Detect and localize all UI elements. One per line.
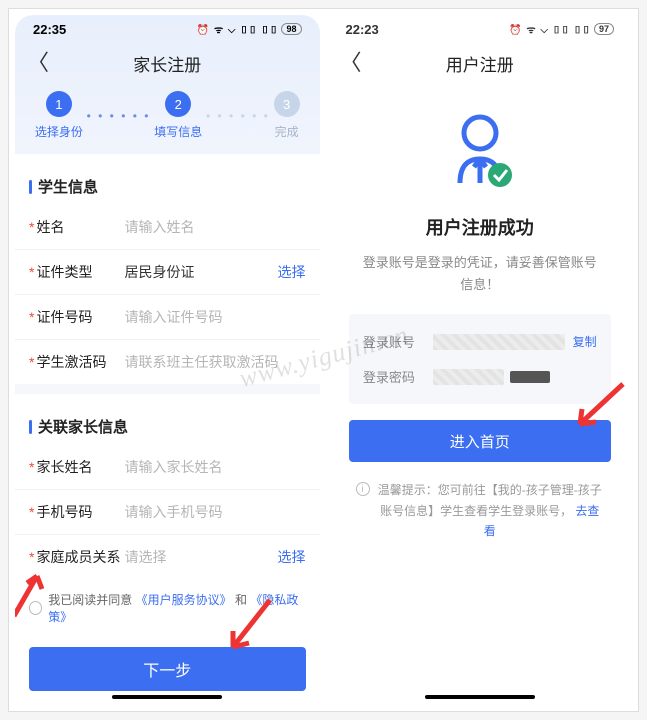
step-label: 选择身份 [35,123,83,140]
step-label: 完成 [275,123,299,140]
status-right: ⏰ ᯤ ⌵ ▯▯ ▯▯ 98 [197,22,302,36]
step-circle: 2 [165,91,191,117]
field-idtype[interactable]: * 证件类型 居民身份证 选择 [15,250,320,295]
success-avatar-icon [444,111,516,196]
status-right: ⏰ ᯤ ⌵ ▯▯ ▯▯ 97 [509,22,614,36]
field-label: 姓名 [36,217,124,237]
status-icons: ⏰ ᯤ ⌵ ▯▯ ▯▯ [197,22,279,36]
field-name[interactable]: * 姓名 请输入姓名 [15,205,320,250]
phone-right: 22:23 ⏰ ᯤ ⌵ ▯▯ ▯▯ 97 〈 用户注册 用户注册成功 登录账 [328,15,633,705]
step-circle: 1 [46,91,72,117]
required-mark: * [29,504,34,520]
select-link[interactable]: 选择 [278,547,306,567]
battery-indicator: 98 [281,23,301,35]
agree-prefix: 我已阅读并同意 [48,593,132,607]
field-phone[interactable]: * 手机号码 请输入手机号码 [15,490,320,535]
select-link[interactable]: 选择 [278,262,306,282]
parent-section: 关联家长信息 * 家长姓名 请输入家长姓名 * 手机号码 请输入手机号码 * 家… [15,402,320,579]
field-label: 家庭成员关系 [36,547,124,567]
field-placeholder: 请选择 [124,547,277,567]
page-title: 家长注册 [15,51,320,76]
field-label: 证件号码 [36,307,124,327]
field-value: 居民身份证 [124,262,277,282]
required-mark: * [29,549,34,565]
agreement-row[interactable]: 我已阅读并同意 《用户服务协议》 和 《隐私政策》 [15,579,320,637]
step-circle: 3 [274,91,300,117]
required-mark: * [29,459,34,475]
section-title: 学生信息 [15,162,320,205]
enter-home-button[interactable]: 进入首页 [349,420,611,462]
field-placeholder: 请输入家长姓名 [124,457,305,477]
status-time: 22:35 [33,22,66,37]
battery-indicator: 97 [594,23,614,35]
required-mark: * [29,264,34,280]
status-icons: ⏰ ᯤ ⌵ ▯▯ ▯▯ [509,22,591,36]
status-bar: 22:23 ⏰ ᯤ ⌵ ▯▯ ▯▯ 97 [328,15,633,43]
status-bar: 22:35 ⏰ ᯤ ⌵ ▯▯ ▯▯ 98 [15,15,320,43]
home-indicator [425,695,535,699]
student-section: 学生信息 * 姓名 请输入姓名 * 证件类型 居民身份证 选择 * 证件号码 请… [15,162,320,384]
field-parent-name[interactable]: * 家长姓名 请输入家长姓名 [15,445,320,490]
success-subtitle: 登录账号是登录的凭证，请妥善保管账号信息！ [328,252,633,296]
cred-account-value [433,334,565,350]
step-1: 1 选择身份 [35,91,83,140]
field-placeholder: 请输入证件号码 [124,307,305,327]
field-label: 证件类型 [36,262,124,282]
field-idno[interactable]: * 证件号码 请输入证件号码 [15,295,320,340]
info-icon: i [356,482,370,496]
required-mark: * [29,219,34,235]
step-connector: • • • • • • [206,109,270,123]
nav-bar: 〈 用户注册 [328,43,633,83]
section-title: 关联家长信息 [15,402,320,445]
status-time: 22:23 [346,22,379,37]
stepper: 1 选择身份 • • • • • • 2 填写信息 • • • • • • 3 … [15,83,320,140]
step-3: 3 完成 [274,91,300,140]
screenshots-wrapper: 22:35 ⏰ ᯤ ⌵ ▯▯ ▯▯ 98 〈 家长注册 1 选择身份 • • •… [8,8,639,712]
step-label: 填写信息 [154,123,202,140]
cred-password-mask [510,371,550,383]
field-placeholder: 请输入姓名 [124,217,305,237]
required-mark: * [29,309,34,325]
home-indicator [112,695,222,699]
copy-button[interactable]: 复制 [573,333,597,350]
cred-password-value [433,369,504,385]
step-connector: • • • • • • [87,109,151,123]
field-label: 学生激活码 [36,352,124,372]
nav-bar: 〈 家长注册 [15,43,320,83]
field-placeholder: 请输入手机号码 [124,502,305,522]
next-button[interactable]: 下一步 [29,647,306,691]
required-mark: * [29,354,34,370]
agree-mid: 和 [235,593,247,607]
success-body: 用户注册成功 登录账号是登录的凭证，请妥善保管账号信息！ 登录账号 复制 登录密… [328,83,633,705]
tip-row: i 温馨提示：您可前往【我的-孩子管理-孩子账号信息】学生查看学生登录账号， 去… [328,480,633,541]
field-label: 家长姓名 [36,457,124,477]
cred-password-row: 登录密码 [349,359,611,394]
success-title: 用户注册成功 [426,214,534,240]
tos-link[interactable]: 《用户服务协议》 [136,593,232,607]
tip-text: 温馨提示：您可前往【我的-孩子管理-孩子账号信息】学生查看学生登录账号， [378,483,602,517]
step-2: 2 填写信息 [154,91,202,140]
field-label: 手机号码 [36,502,124,522]
field-relation[interactable]: * 家庭成员关系 请选择 选择 [15,535,320,579]
page-title: 用户注册 [328,51,633,76]
agree-checkbox[interactable] [29,601,42,615]
header-area: 22:35 ⏰ ᯤ ⌵ ▯▯ ▯▯ 98 〈 家长注册 1 选择身份 • • •… [15,15,320,154]
cred-label: 登录密码 [363,367,433,386]
